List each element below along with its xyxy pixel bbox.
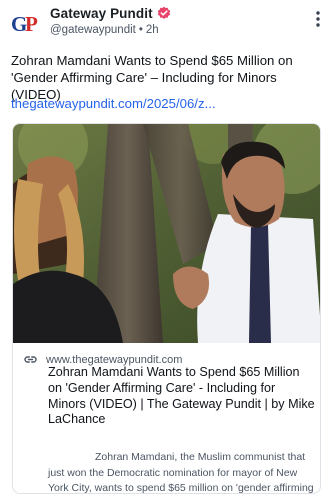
post-meta: @gatewaypundit • 2h (50, 24, 171, 36)
author-handle[interactable]: @gatewaypundit (50, 24, 136, 36)
avatar[interactable]: G P (11, 9, 41, 37)
post-header: G P Gateway Pundit @gatewaypundit • 2h (0, 0, 333, 40)
post-time[interactable]: 2h (146, 24, 159, 36)
link-preview-card[interactable]: www.thegatewaypundit.com Zohran Mamdani … (12, 123, 321, 494)
card-thumbnail-image[interactable] (13, 124, 320, 343)
link-icon (24, 353, 37, 366)
author-name[interactable]: Gateway Pundit (50, 6, 153, 21)
gateway-pundit-logo-icon: G P (11, 12, 38, 36)
card-description: Zohran Mamdani, the Muslim communist tha… (48, 451, 314, 494)
more-options-icon[interactable] (315, 9, 321, 29)
card-domain: www.thegatewaypundit.com (46, 353, 183, 366)
post-link[interactable]: thegatewaypundit.com/2025/06/z... (11, 96, 216, 111)
author-info: Gateway Pundit @gatewaypundit • 2h (50, 5, 171, 36)
card-title[interactable]: Zohran Mamdani Wants to Spend $65 Millio… (48, 365, 316, 428)
svg-text:P: P (25, 12, 38, 36)
meta-separator: • (138, 24, 143, 36)
verified-badge-icon (157, 6, 171, 20)
